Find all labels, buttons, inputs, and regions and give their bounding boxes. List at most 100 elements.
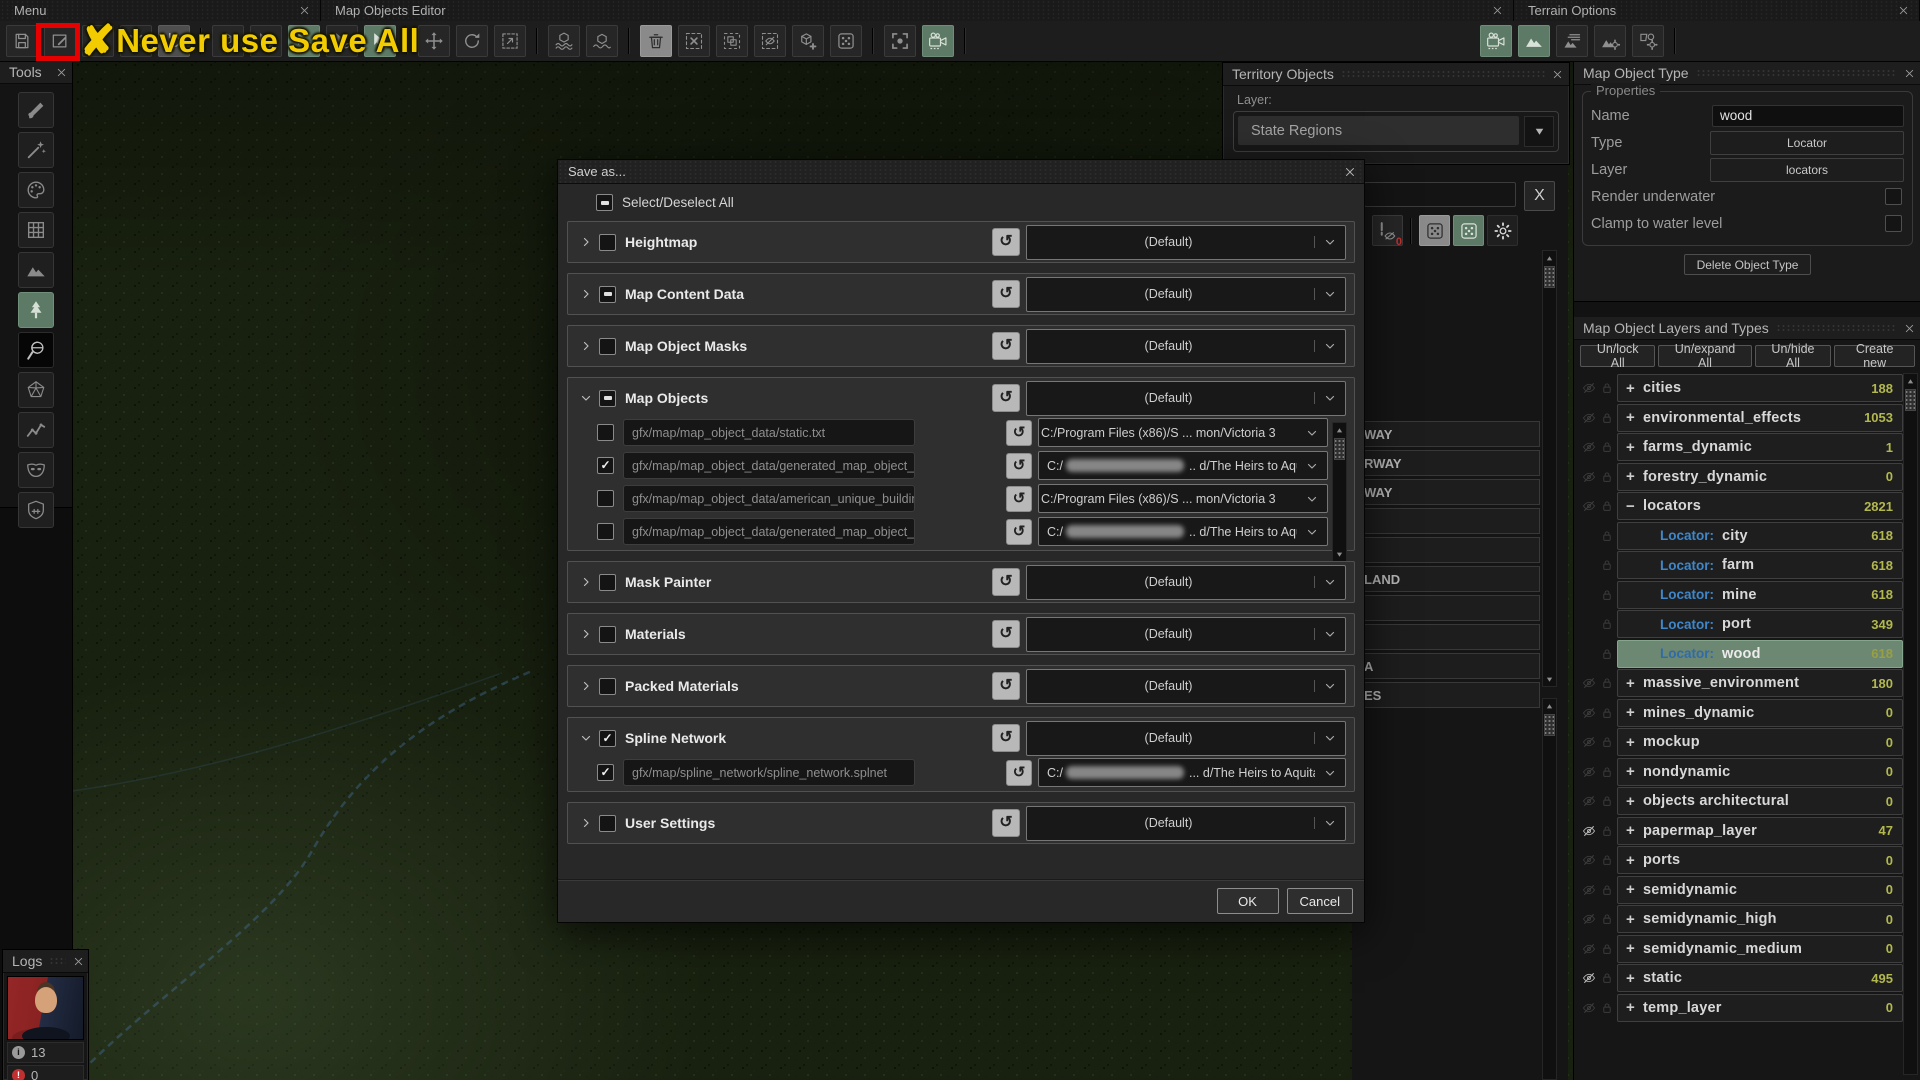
layer-box[interactable]: − locators 2821 — [1617, 492, 1903, 520]
close-icon[interactable] — [1898, 5, 1909, 16]
layer-box[interactable]: + nondynamic 0 — [1617, 757, 1903, 786]
sink-object-button[interactable] — [586, 25, 618, 57]
reset-button[interactable]: ↺ — [1006, 452, 1032, 479]
reset-button[interactable]: ↺ — [992, 809, 1020, 837]
close-icon[interactable] — [1904, 68, 1915, 79]
scroll-thumb[interactable] — [1544, 714, 1555, 736]
eye-off-icon[interactable] — [1582, 470, 1596, 484]
select-all-checkbox[interactable] — [596, 194, 613, 211]
reset-button[interactable]: ↺ — [1006, 518, 1032, 545]
randomize-button[interactable] — [830, 25, 862, 57]
eye-off-icon[interactable] — [1582, 381, 1596, 395]
lock-icon[interactable] — [1600, 942, 1614, 956]
chevron-right-icon[interactable] — [580, 236, 592, 248]
eye-off-icon[interactable] — [1582, 411, 1596, 425]
expand-toggle[interactable]: + — [1626, 409, 1643, 426]
terrain-view-button[interactable] — [1518, 25, 1550, 57]
expand-toggle[interactable]: + — [1626, 940, 1643, 957]
warnings-visibility-button[interactable]: 0 — [1372, 215, 1403, 248]
eye-off-icon[interactable] — [1582, 853, 1596, 867]
scrollbar[interactable] — [1903, 373, 1918, 1075]
expand-toggle[interactable]: + — [1626, 468, 1643, 485]
section-dropdown[interactable]: (Default) — [1026, 720, 1346, 756]
file-checkbox[interactable] — [597, 490, 614, 507]
expand-toggle[interactable]: + — [1626, 763, 1643, 780]
layer-box[interactable]: + static 495 — [1617, 964, 1903, 992]
chevron-right-icon[interactable] — [580, 680, 592, 692]
save-button[interactable] — [6, 25, 38, 57]
un-expand-all-button[interactable]: Un/expand All — [1658, 342, 1752, 370]
path-input[interactable]: gfx/map/map_object_data/generated_map_ob… — [623, 452, 915, 479]
reset-button[interactable]: ↺ — [1006, 759, 1032, 786]
lock-icon[interactable] — [1600, 440, 1614, 454]
objects-settings-button[interactable] — [1632, 25, 1664, 57]
close-icon[interactable] — [1492, 5, 1503, 16]
destination-dropdown[interactable]: C:/ ... d/The Heirs to Aquitania — [1038, 758, 1346, 787]
layer-box[interactable]: + environmental_effects 1053 — [1617, 403, 1903, 432]
layer-box[interactable]: + temp_layer 0 — [1617, 993, 1903, 1022]
layer-box[interactable]: + cities 188 — [1617, 374, 1903, 402]
geometry-wireframe-button[interactable] — [18, 372, 54, 408]
expand-toggle[interactable]: + — [1626, 881, 1643, 898]
close-icon[interactable] — [1904, 323, 1915, 334]
file-checkbox[interactable] — [597, 523, 614, 540]
create-new-button[interactable]: Create new — [1834, 342, 1916, 370]
list-item-fragment[interactable] — [1352, 595, 1540, 621]
detail-brush-button[interactable] — [18, 132, 54, 168]
section-dropdown[interactable]: (Default) — [1026, 224, 1346, 260]
lock-icon[interactable] — [1600, 883, 1614, 897]
lock-icon[interactable] — [1600, 971, 1614, 985]
expand-toggle[interactable]: + — [1626, 852, 1643, 869]
section-checkbox[interactable] — [599, 337, 616, 355]
layer-box[interactable]: + semidynamic_medium 0 — [1617, 934, 1903, 963]
mask-tool-button[interactable] — [18, 452, 54, 488]
tab-map-objects-editor[interactable]: Map Objects Editor — [321, 0, 1514, 21]
un-lock-all-button[interactable]: Un/lock All — [1580, 342, 1656, 370]
eye-off-icon[interactable] — [1582, 824, 1596, 838]
section-dropdown[interactable]: (Default) — [1026, 564, 1346, 600]
eye-off-icon[interactable] — [1582, 735, 1596, 749]
expand-toggle[interactable]: + — [1626, 704, 1643, 721]
close-icon[interactable] — [1552, 69, 1563, 80]
close-icon[interactable] — [299, 5, 310, 16]
lock-icon[interactable] — [1600, 499, 1614, 513]
lock-icon[interactable] — [1600, 381, 1614, 395]
terrain-layers-button[interactable] — [1556, 25, 1588, 57]
sphere-paint-button[interactable] — [18, 332, 54, 368]
un-hide-all-button[interactable]: Un/hide All — [1754, 342, 1832, 370]
reset-button[interactable]: ↺ — [1006, 485, 1032, 512]
reset-button[interactable]: ↺ — [992, 228, 1020, 256]
delete-object-type-button[interactable]: Delete Object Type — [1683, 254, 1812, 275]
cancel-button[interactable]: Cancel — [1286, 888, 1353, 914]
layer-box[interactable]: + semidynamic 0 — [1617, 875, 1903, 904]
selection-delete-button[interactable] — [678, 25, 710, 57]
render-underwater-checkbox[interactable] — [1885, 188, 1902, 205]
layer-box[interactable]: + forestry_dynamic 0 — [1617, 462, 1903, 491]
layer-box[interactable]: + semidynamic_high 0 — [1617, 905, 1903, 933]
lock-icon[interactable] — [1600, 824, 1614, 838]
destination-dropdown[interactable]: C:/Program Files (x86)/S ... mon/Victori… — [1038, 484, 1328, 513]
eye-off-icon[interactable] — [1582, 1001, 1596, 1015]
path-input[interactable]: gfx/map/map_object_data/american_unique_… — [623, 485, 915, 512]
lock-icon[interactable] — [1600, 765, 1614, 779]
section-dropdown[interactable]: (Default) — [1026, 328, 1346, 364]
scroll-down-button[interactable] — [1333, 547, 1346, 561]
float-object-button[interactable] — [548, 25, 580, 57]
paint-brush-button[interactable] — [18, 92, 54, 128]
scroll-up-button[interactable] — [1333, 423, 1346, 437]
eye-off-icon[interactable] — [1582, 794, 1596, 808]
section-checkbox[interactable] — [599, 389, 616, 407]
eye-off-icon[interactable] — [1582, 499, 1596, 513]
expand-toggle[interactable]: − — [1626, 498, 1643, 515]
layer-box[interactable]: Locator: city 618 — [1617, 521, 1903, 550]
eye-off-icon[interactable] — [1582, 942, 1596, 956]
clear-search-button[interactable]: X — [1524, 181, 1555, 211]
layer-box[interactable]: + farms_dynamic 1 — [1617, 433, 1903, 461]
scroll-up-button[interactable] — [1543, 699, 1556, 713]
path-input[interactable]: gfx/map/map_object_data/generated_map_ob… — [623, 518, 915, 545]
reset-button[interactable]: ↺ — [992, 332, 1020, 360]
texture-grid-button[interactable] — [18, 212, 54, 248]
destination-dropdown[interactable]: C:/ .. d/The Heirs to Aquitania — [1038, 451, 1328, 480]
expand-toggle[interactable]: + — [1626, 911, 1643, 928]
lock-icon[interactable] — [1600, 735, 1614, 749]
